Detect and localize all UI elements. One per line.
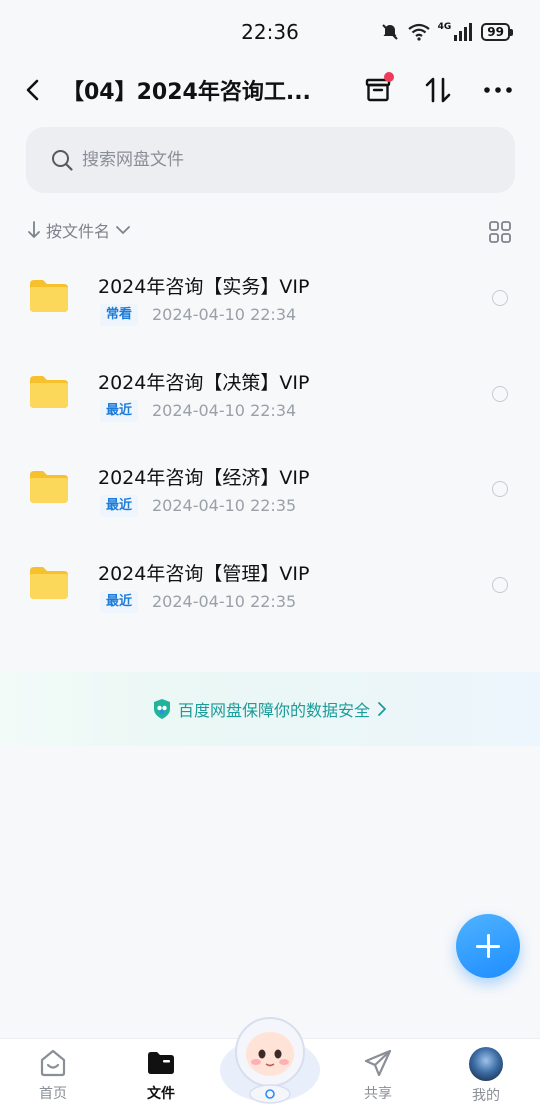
file-date: 2024-04-10 22:35: [152, 591, 297, 611]
file-name: 2024年咨询【管理】VIP: [98, 562, 310, 585]
chevron-right-icon: [378, 702, 386, 716]
tab-mine[interactable]: 我的: [446, 1043, 526, 1109]
select-checkbox[interactable]: [492, 576, 508, 593]
mascot-assistant-icon[interactable]: [218, 1008, 322, 1104]
mute-bell-icon: [381, 24, 398, 40]
sort-by-name-button[interactable]: 按文件名: [26, 218, 516, 242]
select-checkbox[interactable]: [492, 290, 508, 306]
select-checkbox[interactable]: [492, 481, 508, 497]
file-tag: 常看: [100, 304, 139, 326]
folder-icon: [30, 280, 68, 312]
tab-label: 首页: [39, 1086, 67, 1102]
sort-arrows-icon: [425, 77, 451, 103]
shield-icon: [153, 699, 170, 719]
signal-icon: [454, 23, 473, 41]
tab-label: 共享: [364, 1086, 392, 1102]
select-checkbox[interactable]: [492, 385, 508, 402]
sort-row: 按文件名: [26, 218, 516, 248]
folder-icon: [30, 471, 68, 503]
folder-icon: [30, 566, 68, 599]
tab-home[interactable]: 首页: [13, 1043, 93, 1109]
status-bar: 22:36 4G 99: [0, 0, 540, 62]
tab-share[interactable]: 共享: [338, 1043, 418, 1109]
file-tag: 最近: [100, 495, 139, 517]
more-button[interactable]: [480, 72, 516, 108]
file-tag: 最近: [100, 399, 139, 422]
file-tag: 最近: [100, 590, 139, 613]
file-name: 2024年咨询【经济】VIP: [98, 467, 310, 489]
file-row[interactable]: 2024年咨询【实务】VIP 常看 2024-04-10 22:34: [0, 250, 540, 346]
file-row[interactable]: 2024年咨询【管理】VIP 最近 2024-04-10 22:35: [0, 537, 540, 633]
search-input[interactable]: [82, 127, 482, 193]
file-name: 2024年咨询【决策】VIP: [98, 371, 310, 394]
tab-label: 我的: [472, 1088, 500, 1104]
more-dots-icon: [484, 87, 512, 93]
safety-text: 百度网盘保障你的数据安全: [177, 701, 370, 720]
file-date: 2024-04-10 22:35: [152, 496, 297, 515]
send-icon: [364, 1049, 392, 1077]
sort-label: 按文件名: [46, 222, 111, 241]
notification-dot: [384, 72, 394, 82]
sort-swap-button[interactable]: [420, 72, 456, 108]
wifi-icon: [407, 23, 430, 41]
data-safety-banner[interactable]: 百度网盘保障你的数据安全: [0, 672, 540, 746]
file-row[interactable]: 2024年咨询【决策】VIP 最近 2024-04-10 22:34: [0, 346, 540, 442]
tab-files[interactable]: 文件: [121, 1043, 201, 1109]
file-date: 2024-04-10 22:34: [152, 400, 297, 420]
chevron-down-icon: [116, 226, 130, 234]
status-icons: 4G 99: [380, 22, 513, 42]
grid-view-icon[interactable]: [488, 220, 512, 244]
file-list: 2024年咨询【实务】VIP 常看 2024-04-10 22:34 2024年…: [0, 250, 540, 632]
sort-down-arrow-icon: [28, 221, 40, 238]
folder-filled-icon: [148, 1052, 174, 1074]
file-name: 2024年咨询【实务】VIP: [98, 276, 310, 298]
page-title: 【04】2024年咨询工...: [62, 80, 311, 105]
tab-label: 文件: [147, 1086, 175, 1102]
header: 【04】2024年咨询工...: [0, 62, 540, 120]
search-box[interactable]: [26, 127, 515, 193]
avatar: [469, 1047, 503, 1081]
add-button[interactable]: [456, 914, 520, 978]
search-icon: [52, 150, 73, 171]
transfer-box-button[interactable]: [360, 72, 396, 108]
file-row[interactable]: 2024年咨询【经济】VIP 最近 2024-04-10 22:35: [0, 441, 540, 537]
file-date: 2024-04-10 22:34: [152, 305, 297, 324]
folder-icon: [30, 375, 68, 408]
back-arrow-icon[interactable]: [20, 76, 48, 104]
home-icon: [40, 1049, 66, 1077]
network-type: 4G: [437, 22, 452, 32]
battery-indicator: 99: [481, 23, 513, 41]
